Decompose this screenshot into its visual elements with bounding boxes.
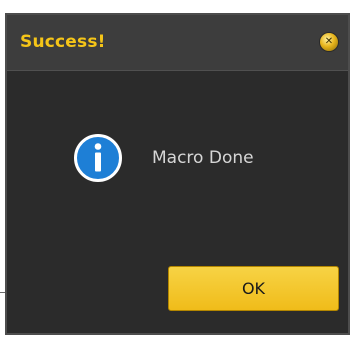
- close-button[interactable]: ✕: [320, 33, 338, 51]
- close-icon: ✕: [324, 35, 334, 47]
- dialog-title: Success!: [20, 32, 106, 52]
- dialog-message: Macro Done: [152, 148, 254, 168]
- dialog-titlebar: Success! ✕: [7, 15, 348, 71]
- success-dialog: Success! ✕ Macro Done OK: [5, 13, 350, 335]
- info-icon: [74, 134, 122, 182]
- ok-button[interactable]: OK: [168, 266, 339, 311]
